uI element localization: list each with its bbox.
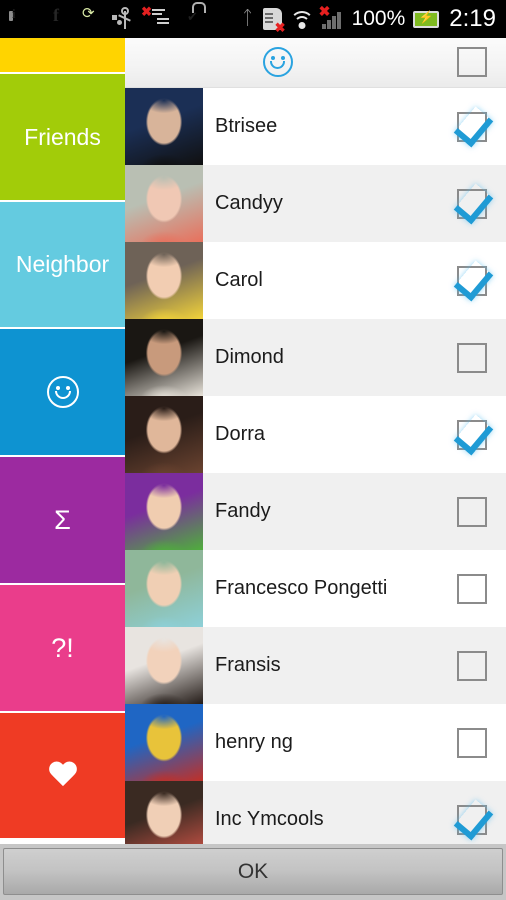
contact-name: Dorra	[215, 423, 266, 445]
contact-checkbox[interactable]	[457, 342, 487, 373]
sidebar-tile-smiley[interactable]	[0, 329, 125, 457]
contact-checkbox[interactable]	[457, 650, 487, 681]
contact-checkbox[interactable]	[457, 804, 487, 835]
sidebar-tile-label: Friends	[24, 123, 101, 150]
wifi-icon	[289, 9, 314, 29]
sim-info-icon	[12, 7, 36, 31]
contact-row[interactable]: Dimond	[125, 319, 506, 396]
contact-avatar	[125, 473, 203, 550]
category-sidebar: Friends Neighbor Σ?!	[0, 38, 125, 844]
contact-avatar	[125, 165, 203, 242]
contact-row[interactable]: henry ng	[125, 704, 506, 781]
contact-avatar	[125, 704, 203, 781]
bluetooth-icon: ᛏ	[241, 8, 254, 29]
contact-row[interactable]: Fransis	[125, 627, 506, 704]
contact-name: Inc Ymcools	[215, 808, 324, 830]
contact-avatar	[125, 88, 203, 165]
contact-avatar	[125, 550, 203, 627]
contact-name: henry ng	[215, 731, 293, 753]
green-drive-sync-icon	[82, 7, 106, 31]
clock-label: 2:19	[449, 5, 496, 32]
sidebar-tile-label: Neighbor	[15, 251, 110, 277]
sd-card-removed-icon: ✖	[262, 8, 286, 34]
contact-checkbox[interactable]	[457, 111, 487, 142]
contact-row[interactable]: Carol	[125, 242, 506, 319]
contact-checkbox[interactable]	[457, 727, 487, 758]
contact-avatar	[125, 242, 203, 319]
sidebar-tile-1[interactable]	[0, 38, 125, 74]
status-bar-right-icons: ᛏ ✖ ✖ 100% 2:19	[241, 4, 506, 34]
contact-row[interactable]: Francesco Pongetti	[125, 550, 506, 627]
bottom-bar: OK	[0, 844, 506, 900]
contact-name: Francesco Pongetti	[215, 577, 388, 599]
contact-name: Btrisee	[215, 115, 278, 137]
contact-row[interactable]: Inc Ymcools	[125, 781, 506, 844]
contact-avatar	[125, 627, 203, 704]
sidebar-tile-5[interactable]: Σ	[0, 457, 125, 585]
select-all-checkbox[interactable]	[457, 47, 487, 77]
sidebar-tile-friends[interactable]: Friends	[0, 74, 125, 202]
facebook-icon	[47, 7, 71, 31]
sidebar-tile-glyph: ?!	[51, 632, 74, 663]
contact-name: Carol	[215, 269, 263, 291]
contact-name: Fandy	[215, 500, 271, 522]
contact-row[interactable]: Btrisee	[125, 88, 506, 165]
sidebar-tile-neighbor[interactable]: Neighbor	[0, 202, 125, 329]
play-store-bag-icon	[187, 7, 211, 31]
smiley-icon[interactable]	[263, 47, 293, 77]
contact-row[interactable]: Dorra	[125, 396, 506, 473]
contact-rows: Btrisee Candyy Carol Dimond Dorra Fandy France…	[125, 88, 506, 844]
contact-checkbox[interactable]	[457, 188, 487, 219]
contact-row[interactable]: Fandy	[125, 473, 506, 550]
contact-list-pane: Btrisee Candyy Carol Dimond Dorra Fandy France…	[125, 38, 506, 844]
signal-no-service-icon: ✖	[319, 4, 344, 29]
contact-avatar	[125, 781, 203, 844]
sidebar-tile-heart[interactable]	[0, 713, 125, 840]
status-bar: ✖ ᛏ ✖ ✖ 100% 2:19	[0, 0, 506, 38]
list-header	[125, 38, 506, 88]
list-error-icon: ✖	[141, 5, 176, 31]
usb-icon	[112, 7, 141, 31]
app-root: ✖ ᛏ ✖ ✖ 100% 2:19 Friends Neighbor Σ?!	[0, 0, 506, 900]
contact-avatar	[125, 319, 203, 396]
heart-icon	[48, 762, 78, 789]
contact-checkbox[interactable]	[457, 419, 487, 450]
battery-charging-icon	[413, 10, 440, 28]
contact-name: Fransis	[215, 654, 281, 676]
sidebar-tile-glyph: Σ	[54, 504, 71, 535]
contact-checkbox[interactable]	[457, 265, 487, 296]
contact-checkbox[interactable]	[457, 496, 487, 527]
contact-name: Candyy	[215, 192, 283, 214]
battery-percent-label: 100%	[351, 7, 406, 30]
sidebar-tile-6[interactable]: ?!	[0, 585, 125, 713]
contact-name: Dimond	[215, 346, 284, 368]
ok-button[interactable]: OK	[3, 848, 503, 895]
contact-row[interactable]: Candyy	[125, 165, 506, 242]
smiley-icon	[46, 376, 79, 408]
contact-avatar	[125, 396, 203, 473]
status-bar-left-icons: ✖	[0, 5, 241, 31]
contact-checkbox[interactable]	[457, 573, 487, 604]
